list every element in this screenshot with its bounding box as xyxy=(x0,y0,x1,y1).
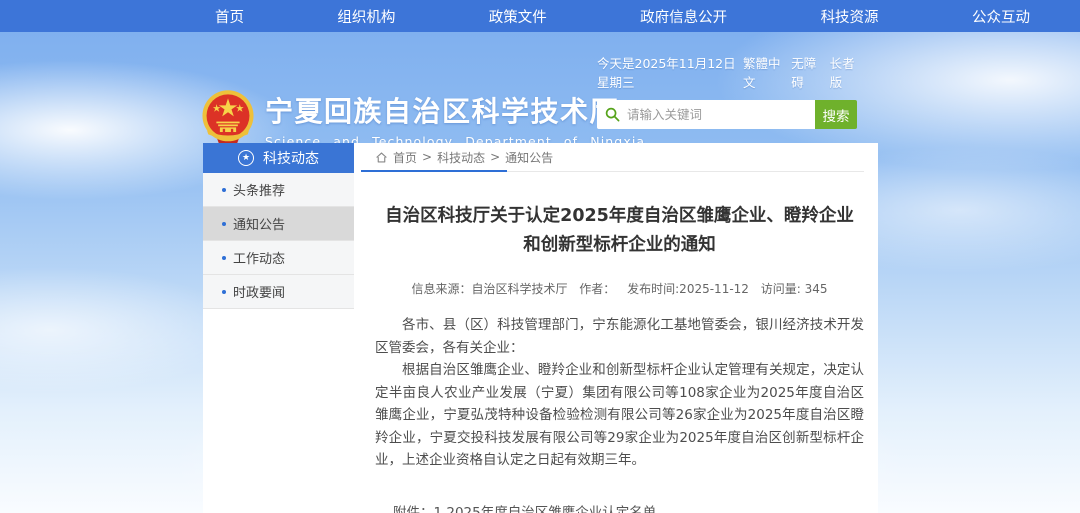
content-area: 首页 > 科技动态 > 通知公告 自治区科技厅关于认定2025年度自治区雏鹰企业… xyxy=(361,143,878,513)
search-bar: 搜索 xyxy=(597,100,859,129)
header-right: 今天是2025年11月12日 星期三 繁體中文 无障碍 长者版 搜索 xyxy=(597,53,859,129)
sidebar-menu: 头条推荐 通知公告 工作动态 时政要闻 xyxy=(203,173,354,309)
traditional-chinese-link[interactable]: 繁體中文 xyxy=(743,53,782,91)
attachment-link-1[interactable]: 1.2025年度自治区雏鹰企业认定名单 xyxy=(434,503,697,513)
main-panel: ★ 科技动态 头条推荐 通知公告 工作动态 时政要闻 xyxy=(203,143,878,513)
bullet-dot-icon xyxy=(222,290,226,294)
nav-item-organization[interactable]: 组织机构 xyxy=(337,6,395,27)
header-utility-row: 今天是2025年11月12日 星期三 繁體中文 无障碍 长者版 xyxy=(597,53,859,91)
home-icon xyxy=(375,151,388,164)
article-paragraph: 根据自治区雏鹰企业、瞪羚企业和创新型标杆企业认定管理有关规定，决定认定半亩良人农… xyxy=(375,359,864,472)
search-input[interactable] xyxy=(627,107,815,122)
sidebar-item-label: 时政要闻 xyxy=(233,282,285,301)
sidebar-header: ★ 科技动态 xyxy=(203,143,354,173)
search-button[interactable]: 搜索 xyxy=(815,100,857,129)
article-title-line2: 和创新型标杆企业的通知 xyxy=(375,231,864,260)
breadcrumb-home[interactable]: 首页 xyxy=(393,149,417,166)
nav-item-home[interactable]: 首页 xyxy=(215,6,244,27)
attachments-section: 附件： 1.2025年度自治区雏鹰企业认定名单 2.2025年度自治区瞪羚企业认… xyxy=(375,503,864,513)
sidebar-item-label: 工作动态 xyxy=(233,248,285,267)
current-date: 今天是2025年11月12日 星期三 xyxy=(597,53,743,91)
sidebar-item-headlines[interactable]: 头条推荐 xyxy=(203,173,354,207)
attachments-label: 附件： xyxy=(393,503,434,513)
meta-publish-date: 发布时间:2025-11-12 xyxy=(627,282,749,296)
sidebar-item-notices[interactable]: 通知公告 xyxy=(203,207,354,241)
nav-item-gov-info[interactable]: 政府信息公开 xyxy=(640,6,727,27)
top-nav: 首页 组织机构 政策文件 政府信息公开 科技资源 公众互动 xyxy=(0,0,1080,32)
sidebar-item-label: 头条推荐 xyxy=(233,180,285,199)
nav-item-resources[interactable]: 科技资源 xyxy=(821,6,879,27)
article-title: 自治区科技厅关于认定2025年度自治区雏鹰企业、瞪羚企业 和创新型标杆企业的通知 xyxy=(375,202,864,260)
bullet-dot-icon xyxy=(222,222,226,226)
site-header: 宁夏回族自治区科学技术厅 Science and Technology Depa… xyxy=(0,32,1080,143)
article-body: 各市、县（区）科技管理部门，宁东能源化工基地管委会，银川经济技术开发区管委会，各… xyxy=(375,314,864,472)
meta-author: 作者： xyxy=(579,282,615,296)
sidebar-item-label: 通知公告 xyxy=(233,214,285,233)
utility-links: 繁體中文 无障碍 长者版 xyxy=(743,53,859,91)
article-title-line1: 自治区科技厅关于认定2025年度自治区雏鹰企业、瞪羚企业 xyxy=(375,202,864,231)
bullet-dot-icon xyxy=(222,188,226,192)
breadcrumb-separator: > xyxy=(422,150,432,164)
senior-version-link[interactable]: 长者版 xyxy=(830,53,859,91)
breadcrumb-active-underline xyxy=(361,170,507,172)
article-meta: 信息来源：自治区科学技术厅 作者： 发布时间:2025-11-12 访问量: 3… xyxy=(375,280,864,297)
site-title-block: 宁夏回族自治区科学技术厅 Science and Technology Depa… xyxy=(265,89,645,149)
search-box xyxy=(597,100,815,129)
article-paragraph: 各市、县（区）科技管理部门，宁东能源化工基地管委会，银川经济技术开发区管委会，各… xyxy=(375,314,864,359)
sidebar-title: 科技动态 xyxy=(263,148,319,168)
nav-item-policy[interactable]: 政策文件 xyxy=(489,6,547,27)
site-title: 宁夏回族自治区科学技术厅 xyxy=(265,97,645,128)
breadcrumb-separator: > xyxy=(490,150,500,164)
accessibility-link[interactable]: 无障碍 xyxy=(791,53,820,91)
attachments-list: 1.2025年度自治区雏鹰企业认定名单 2.2025年度自治区瞪羚企业认定名单 … xyxy=(434,503,697,513)
page: 首页 组织机构 政策文件 政府信息公开 科技资源 公众互动 xyxy=(0,0,1080,513)
sidebar-item-work-news[interactable]: 工作动态 xyxy=(203,241,354,275)
sidebar-item-politics-news[interactable]: 时政要闻 xyxy=(203,275,354,309)
star-circle-icon: ★ xyxy=(238,150,254,166)
bullet-dot-icon xyxy=(222,256,226,260)
breadcrumb-notices[interactable]: 通知公告 xyxy=(505,149,553,166)
sidebar: ★ 科技动态 头条推荐 通知公告 工作动态 时政要闻 xyxy=(203,143,354,309)
meta-source: 信息来源：自治区科学技术厅 xyxy=(411,282,567,296)
nav-item-interaction[interactable]: 公众互动 xyxy=(972,6,1030,27)
breadcrumb: 首页 > 科技动态 > 通知公告 xyxy=(375,143,864,172)
meta-visit-count: 访问量: 345 xyxy=(761,282,828,296)
breadcrumb-tech-news[interactable]: 科技动态 xyxy=(437,149,485,166)
top-nav-items: 首页 组织机构 政策文件 政府信息公开 科技资源 公众互动 xyxy=(215,0,1030,32)
search-icon xyxy=(605,107,620,122)
